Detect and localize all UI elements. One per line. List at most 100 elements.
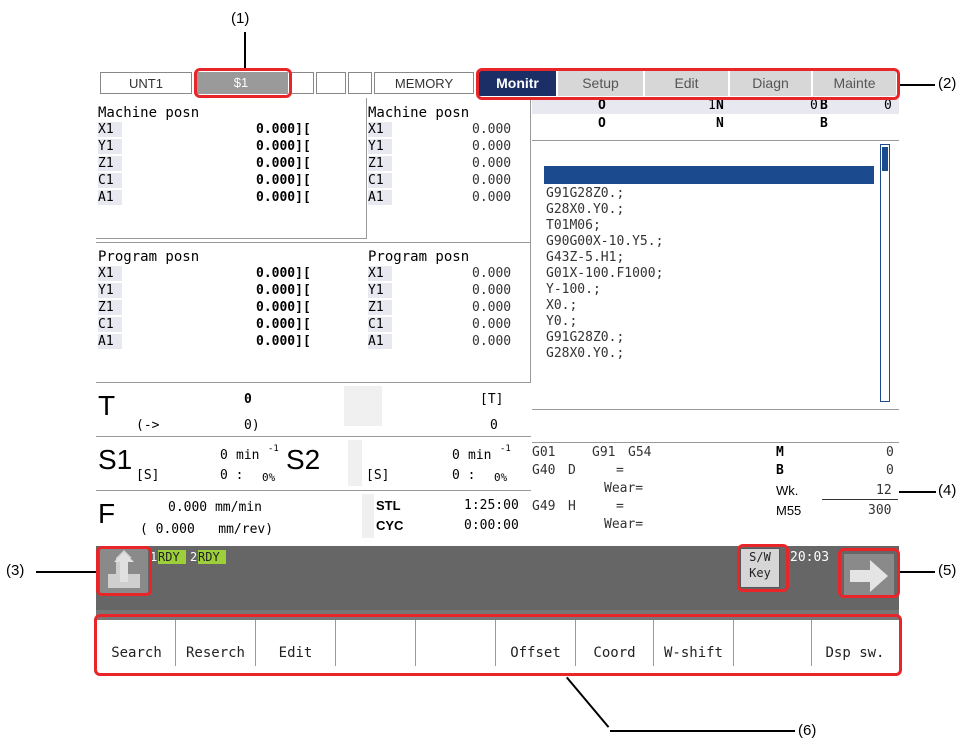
cyc-label: CYC xyxy=(376,518,404,533)
prog-n1-val: 1 xyxy=(708,98,716,113)
axis-value: 0.000][ xyxy=(256,156,311,171)
program-line: G91G28Z0.; xyxy=(546,186,625,201)
divider-tool xyxy=(96,382,531,383)
feed-label: F xyxy=(98,498,116,529)
axis-value: 0.000 xyxy=(472,317,512,332)
spindle1-s: [S] xyxy=(136,468,160,483)
feed-rev: ( 0.000 mm/rev) xyxy=(140,522,274,537)
highlight-box-2 xyxy=(476,68,900,100)
axis-label: X1 xyxy=(368,266,392,281)
divider-spindle xyxy=(96,436,531,437)
spindle2-pct: 0% xyxy=(494,471,508,484)
stl-value: 1:25:00 xyxy=(464,498,519,513)
axis-value: 0.000][ xyxy=(256,266,311,281)
axis-label: C1 xyxy=(98,317,122,332)
spindle1-unit-sup: -1 xyxy=(268,444,279,454)
axis-value: 0.000][ xyxy=(256,334,311,349)
modal-g01: G01 xyxy=(532,445,556,460)
axis-value: 0.000][ xyxy=(256,139,311,154)
program-line: G91G28Z0.; xyxy=(546,330,625,345)
prog-n1: N xyxy=(716,98,724,113)
leader-5 xyxy=(899,571,935,573)
top-bar-blank3 xyxy=(348,72,372,94)
rdy2-badge: RDY xyxy=(198,550,226,564)
axis-label: X1 xyxy=(98,122,122,137)
axis-label: A1 xyxy=(368,334,392,349)
axis-label: Z1 xyxy=(98,300,122,315)
callout-2: (2) xyxy=(938,75,957,92)
modal-g49: G49 xyxy=(532,499,556,514)
axis-value: 0.000][ xyxy=(256,283,311,298)
modal-wk-val: 12 xyxy=(876,483,892,498)
spindle2-label: S2 xyxy=(286,444,321,475)
modal-d: D xyxy=(568,463,576,478)
feed-rate: 0.000 mm/min xyxy=(168,500,262,515)
axis-label: C1 xyxy=(368,317,392,332)
program-line: X0.; xyxy=(546,298,578,313)
spindle1-speed: 0 xyxy=(220,448,228,463)
axis-value: 0.000 xyxy=(472,334,512,349)
axis-value: 0.000][ xyxy=(256,190,311,205)
program-line: G01X-100.F1000; xyxy=(546,266,664,281)
modal-wear2: Wear= xyxy=(604,517,644,532)
program-line: T01M06; xyxy=(546,218,601,233)
leader-2 xyxy=(899,84,935,86)
cyc-value: 0:00:00 xyxy=(464,518,519,533)
spindle2-s: [S] xyxy=(366,468,390,483)
axis-label: Y1 xyxy=(368,139,392,154)
modal-eq2: = xyxy=(616,499,624,514)
callout-1: (1) xyxy=(231,10,250,27)
tool-next: 0) xyxy=(244,418,260,433)
modal-m: M xyxy=(776,445,784,460)
axis-label: Z1 xyxy=(368,300,392,315)
times-gray-block xyxy=(362,494,374,538)
modal-info: G01 G91 G54 G40 D = Wear= G49 H = Wear= … xyxy=(532,442,899,547)
tool-gray-block xyxy=(344,386,382,426)
callout-5: (5) xyxy=(938,562,957,579)
leader-1 xyxy=(244,32,246,68)
machine-posn-title-2: Machine posn xyxy=(368,105,470,121)
clock: 20:03 xyxy=(790,550,830,565)
rdy2-num: 2 xyxy=(190,550,198,564)
posn-vertical-divider xyxy=(530,98,531,382)
operation-mode: MEMORY xyxy=(374,72,474,94)
modal-wk-underline xyxy=(822,499,898,500)
axis-value: 0.000][ xyxy=(256,300,311,315)
highlight-box-3 xyxy=(96,546,152,596)
axis-value: 0.000][ xyxy=(256,122,311,137)
axis-label: C1 xyxy=(98,173,122,188)
stl-label: STL xyxy=(376,498,401,513)
leader-6a xyxy=(610,730,795,732)
axis-label: A1 xyxy=(98,334,122,349)
highlight-box-1 xyxy=(194,68,292,98)
program-posn-title-2: Program posn xyxy=(368,249,470,265)
tool-bracket: [T] xyxy=(480,392,504,407)
top-bar-blank1 xyxy=(290,72,314,94)
axis-label: Y1 xyxy=(98,139,122,154)
axis-value: 0.000 xyxy=(472,190,512,205)
spindle1-pct: 0% xyxy=(262,471,276,484)
modal-b: B xyxy=(776,463,784,478)
axis-value: 0.000 xyxy=(472,300,512,315)
modal-m55-val: 300 xyxy=(868,503,892,518)
spindle2-load: 0 : xyxy=(452,468,476,483)
prog-o2: O xyxy=(598,116,606,131)
divider-posn xyxy=(96,242,530,243)
modal-g91: G91 xyxy=(592,445,616,460)
axis-label: Y1 xyxy=(98,283,122,298)
spindle-gray-block xyxy=(348,440,362,486)
prog-n2: N xyxy=(716,116,724,131)
scrollbar-thumb[interactable] xyxy=(882,147,888,171)
machine-posn-title: Machine posn xyxy=(98,105,200,121)
spindle1-unit: min xyxy=(236,448,260,463)
axis-value: 0.000][ xyxy=(256,173,311,188)
tool-number: 0 xyxy=(244,392,252,407)
program-scrollbar[interactable] xyxy=(880,144,890,402)
program-line: Y0.; xyxy=(546,314,578,329)
callout-4: (4) xyxy=(938,482,957,499)
program-line: G28X0.Y0.; xyxy=(546,202,625,217)
program-line: G90G00X-10.Y5.; xyxy=(546,234,664,249)
modal-h: H xyxy=(568,499,576,514)
prog-b2: B xyxy=(820,116,828,131)
modal-wk: Wk. xyxy=(776,483,799,498)
